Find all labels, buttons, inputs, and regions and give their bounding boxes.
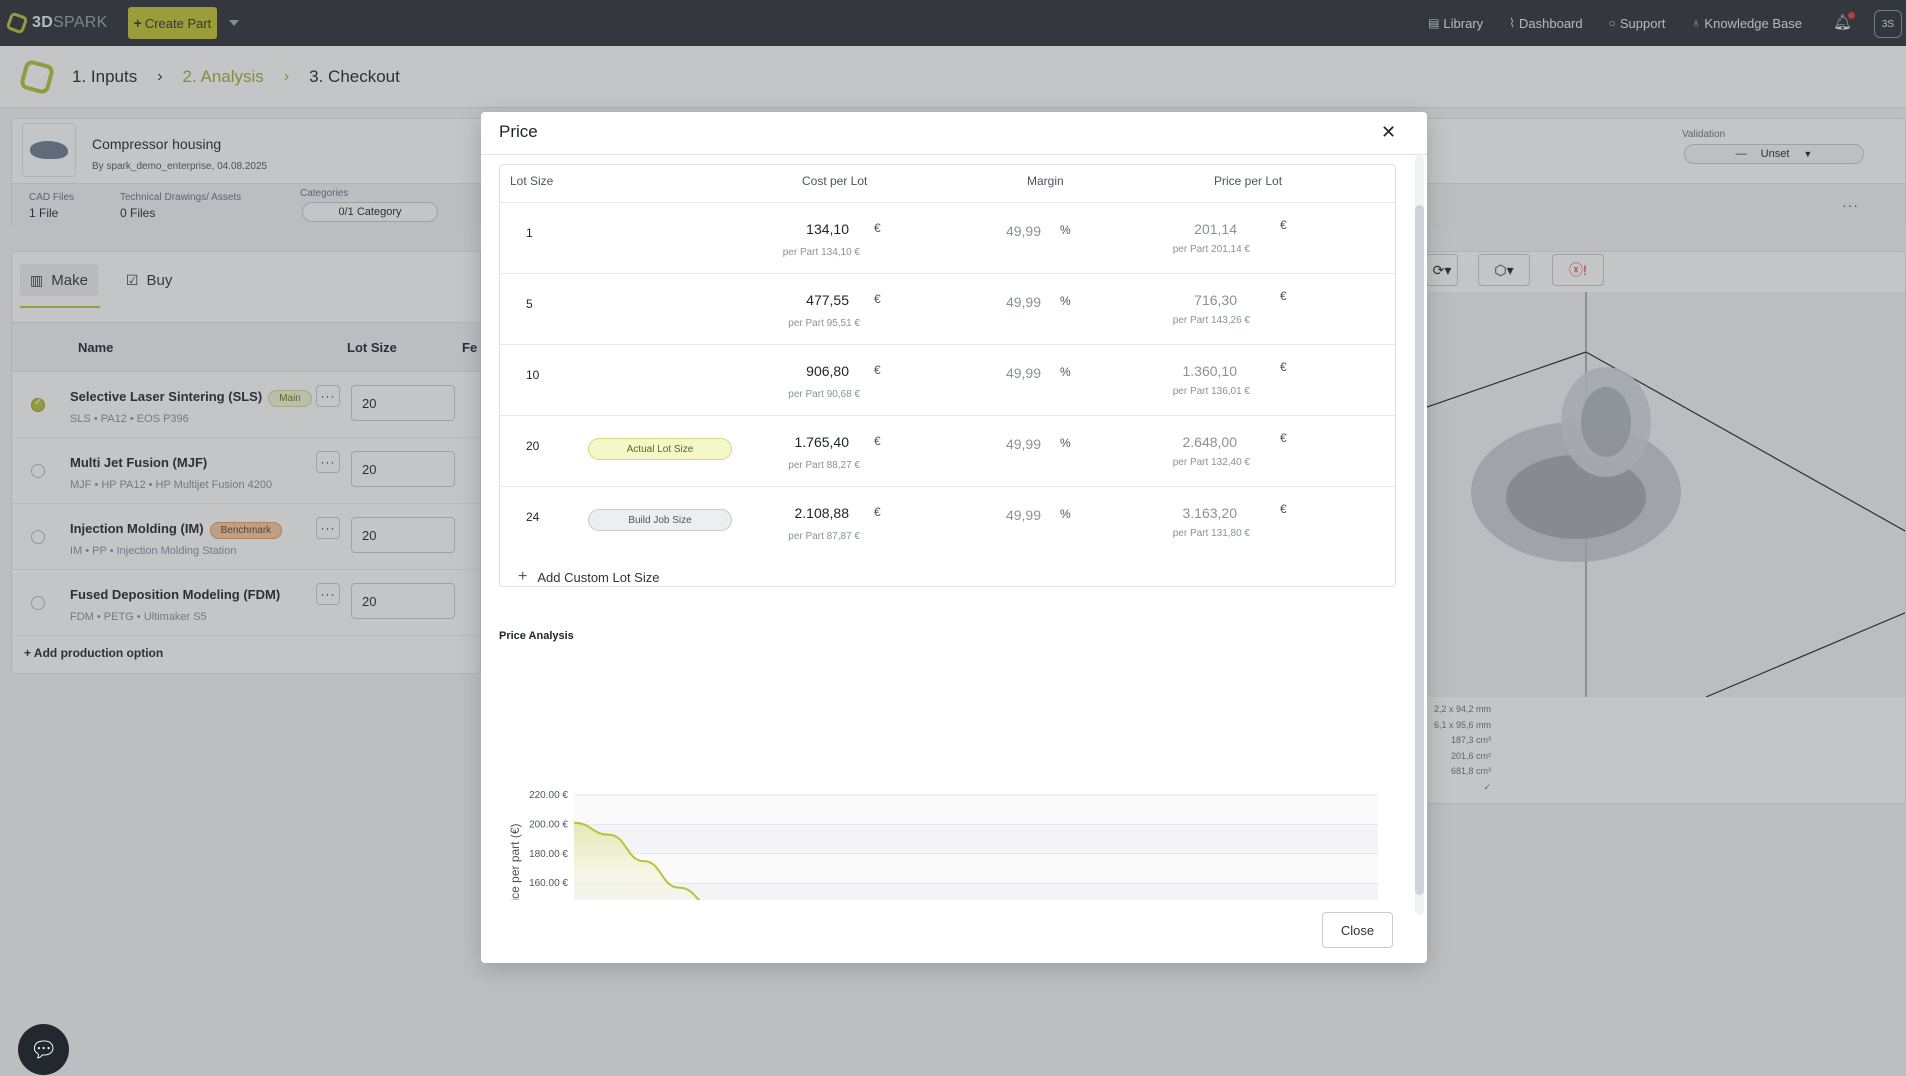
price-currency: € bbox=[1280, 289, 1287, 303]
row-lot-size: 10 bbox=[526, 368, 540, 382]
cost-currency: € bbox=[874, 292, 881, 306]
row-cost-per-part: per Part 90,68 € bbox=[788, 389, 860, 400]
cost-currency: € bbox=[874, 434, 881, 448]
modal-title: Price bbox=[499, 122, 538, 141]
chart-grid-band bbox=[574, 853, 1378, 884]
row-price-per-part: per Part 136,01 € bbox=[1172, 386, 1250, 397]
row-lot-size: 1 bbox=[526, 226, 533, 240]
row-margin[interactable]: 49,99 bbox=[1006, 365, 1041, 381]
price-analysis-chart: 120.00 €140.00 €160.00 €180.00 €200.00 €… bbox=[508, 790, 1378, 900]
col-cost-per-lot: Cost per Lot bbox=[802, 174, 868, 188]
margin-percent: % bbox=[1060, 507, 1071, 521]
row-margin[interactable]: 49,99 bbox=[1006, 436, 1041, 452]
row-price-per-lot[interactable]: 716,30 bbox=[1194, 292, 1237, 308]
chart-grid-band bbox=[574, 795, 1378, 825]
row-cost-per-lot[interactable]: 477,55 bbox=[806, 292, 849, 308]
row-cost-per-lot[interactable]: 1.765,40 bbox=[795, 434, 850, 450]
row-lot-size: 20 bbox=[526, 439, 540, 453]
lot-size-badge: Actual Lot Size bbox=[588, 438, 732, 460]
row-cost-per-lot[interactable]: 906,80 bbox=[806, 363, 849, 379]
close-button[interactable]: Close bbox=[1322, 912, 1393, 948]
y-axis-label: Price per part (€) bbox=[508, 823, 522, 900]
price-row: 10 906,80 € per Part 90,68 € 49,99% 1.360,10 €… bbox=[500, 344, 1395, 415]
row-cost-per-part: per Part 88,27 € bbox=[788, 460, 860, 471]
price-row: 24 Build Job Size 2.108,88 € per Part 87,87 … bbox=[500, 486, 1395, 557]
row-price-per-part: per Part 132,40 € bbox=[1172, 457, 1250, 468]
price-modal: Price ✕ Lot Size Cost per Lot Margin Pri… bbox=[481, 112, 1427, 963]
row-margin[interactable]: 49,99 bbox=[1006, 223, 1041, 239]
row-margin[interactable]: 49,99 bbox=[1006, 507, 1041, 523]
row-price-per-lot[interactable]: 201,14 bbox=[1194, 221, 1237, 237]
price-row: 1 134,10 € per Part 134,10 € 49,99% 201,14 € pe… bbox=[500, 202, 1395, 273]
add-custom-lot-size-label: Add Custom Lot Size bbox=[537, 569, 660, 585]
row-cost-per-lot[interactable]: 134,10 bbox=[806, 221, 849, 237]
chart-grid-band bbox=[574, 824, 1378, 854]
row-margin[interactable]: 49,99 bbox=[1006, 294, 1041, 310]
price-currency: € bbox=[1280, 218, 1287, 232]
add-custom-lot-size-button[interactable]: + Add Custom Lot Size bbox=[518, 568, 659, 586]
row-cost-per-lot[interactable]: 2.108,88 bbox=[795, 505, 850, 521]
row-lot-size: 24 bbox=[526, 510, 540, 524]
col-margin: Margin bbox=[1027, 174, 1064, 188]
col-lot-size: Lot Size bbox=[510, 174, 554, 188]
cost-currency: € bbox=[874, 363, 881, 377]
price-row: 5 477,55 € per Part 95,51 € 49,99% 716,30 € per… bbox=[500, 273, 1395, 344]
price-currency: € bbox=[1280, 502, 1287, 516]
row-price-per-lot[interactable]: 3.163,20 bbox=[1183, 505, 1238, 521]
row-price-per-part: per Part 143,26 € bbox=[1172, 315, 1250, 326]
row-price-per-lot[interactable]: 1.360,10 bbox=[1183, 363, 1238, 379]
margin-percent: % bbox=[1060, 365, 1071, 379]
chat-bubble-icon: 💬︎ bbox=[29, 1036, 58, 1062]
close-icon[interactable]: ✕ bbox=[1381, 122, 1396, 143]
chat-widget-button[interactable]: 💬︎ bbox=[18, 1024, 69, 1075]
y-tick-label: 200.00 € bbox=[529, 819, 568, 830]
margin-percent: % bbox=[1060, 436, 1071, 450]
row-cost-per-part: per Part 134,10 € bbox=[782, 247, 860, 258]
price-row: 20 Actual Lot Size 1.765,40 € per Part 88,27… bbox=[500, 415, 1395, 486]
price-currency: € bbox=[1280, 431, 1287, 445]
price-table: Lot Size Cost per Lot Margin Price per L… bbox=[499, 164, 1396, 587]
price-currency: € bbox=[1280, 360, 1287, 374]
margin-percent: % bbox=[1060, 223, 1071, 237]
row-lot-size: 5 bbox=[526, 297, 533, 311]
row-cost-per-part: per Part 87,87 € bbox=[788, 531, 860, 542]
modal-divider bbox=[481, 154, 1427, 155]
plus-icon: + bbox=[518, 568, 528, 585]
price-analysis-title: Price Analysis bbox=[499, 630, 574, 642]
row-cost-per-part: per Part 95,51 € bbox=[788, 318, 860, 329]
y-tick-label: 220.00 € bbox=[529, 790, 568, 801]
cost-currency: € bbox=[874, 505, 881, 519]
col-price-per-lot: Price per Lot bbox=[1214, 174, 1283, 188]
lot-size-badge: Build Job Size bbox=[588, 509, 732, 531]
row-price-per-lot[interactable]: 2.648,00 bbox=[1183, 434, 1238, 450]
y-tick-label: 180.00 € bbox=[529, 849, 568, 860]
margin-percent: % bbox=[1060, 294, 1071, 308]
row-price-per-part: per Part 131,80 € bbox=[1172, 528, 1250, 539]
y-tick-label: 160.00 € bbox=[529, 878, 568, 889]
scrollbar-thumb[interactable] bbox=[1415, 205, 1424, 895]
cost-currency: € bbox=[874, 221, 881, 235]
row-price-per-part: per Part 201,14 € bbox=[1172, 244, 1250, 255]
